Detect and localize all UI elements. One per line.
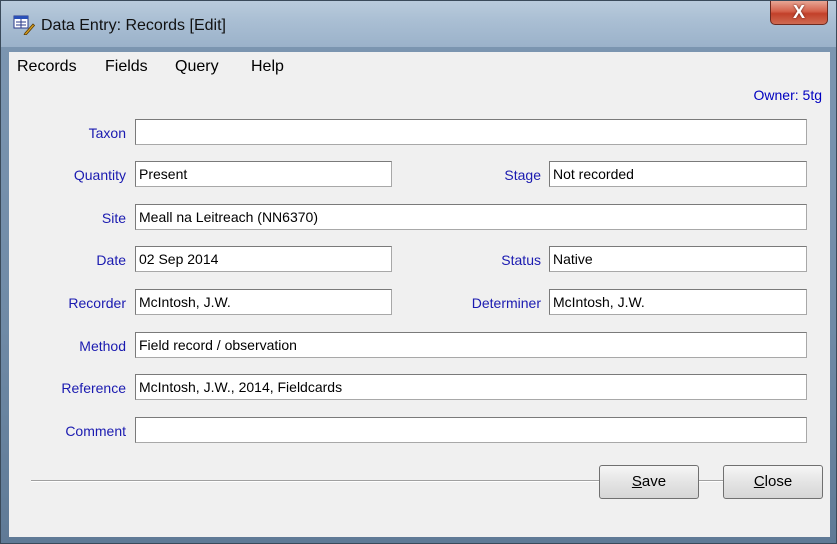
determiner-label: Determiner (471, 295, 541, 311)
data-entry-window: Data Entry: Records [Edit] X Records Fie… (0, 0, 837, 544)
menu-bar: Records Fields Query Help (9, 52, 830, 83)
recorder-field[interactable]: McIntosh, J.W. (135, 289, 392, 315)
form-panel: Owner: 5tg Taxon Quantity Present Stage … (9, 82, 830, 537)
close-button-mnemonic: C (753, 473, 765, 490)
comment-field[interactable] (135, 417, 807, 443)
reference-label: Reference (61, 380, 126, 396)
quantity-label: Quantity (73, 167, 126, 183)
menu-records[interactable]: Records (17, 58, 77, 76)
save-button-label: ave (641, 473, 667, 490)
data-entry-icon (13, 15, 36, 36)
close-window-button[interactable]: X (770, 1, 828, 25)
taxon-label: Taxon (88, 125, 126, 141)
window-title: Data Entry: Records [Edit] (41, 17, 226, 34)
status-field[interactable]: Native (549, 246, 807, 272)
taxon-field[interactable] (135, 119, 807, 145)
stage-label: Stage (504, 167, 541, 183)
determiner-field[interactable]: McIntosh, J.W. (549, 289, 807, 315)
recorder-label: Recorder (68, 295, 126, 311)
stage-field[interactable]: Not recorded (549, 161, 807, 187)
menu-fields[interactable]: Fields (105, 58, 148, 76)
save-button-mnemonic: S (631, 473, 642, 490)
save-button[interactable]: Save (599, 465, 699, 499)
menu-query[interactable]: Query (175, 58, 219, 76)
comment-label: Comment (65, 423, 126, 439)
site-field[interactable]: Meall na Leitreach (NN6370) (135, 204, 807, 230)
date-field[interactable]: 02 Sep 2014 (135, 246, 392, 272)
status-label: Status (501, 252, 541, 268)
date-label: Date (96, 252, 126, 268)
reference-field[interactable]: McIntosh, J.W., 2014, Fieldcards (135, 374, 807, 400)
method-field[interactable]: Field record / observation (135, 332, 807, 358)
owner-label: Owner: 5tg (753, 87, 822, 103)
site-label: Site (101, 210, 126, 226)
title-bar[interactable]: Data Entry: Records [Edit] X (1, 1, 836, 47)
method-label: Method (79, 338, 126, 354)
close-button[interactable]: Close (723, 465, 823, 499)
close-button-label: lose (764, 473, 793, 490)
quantity-field[interactable]: Present (135, 161, 392, 187)
menu-help[interactable]: Help (251, 58, 284, 76)
